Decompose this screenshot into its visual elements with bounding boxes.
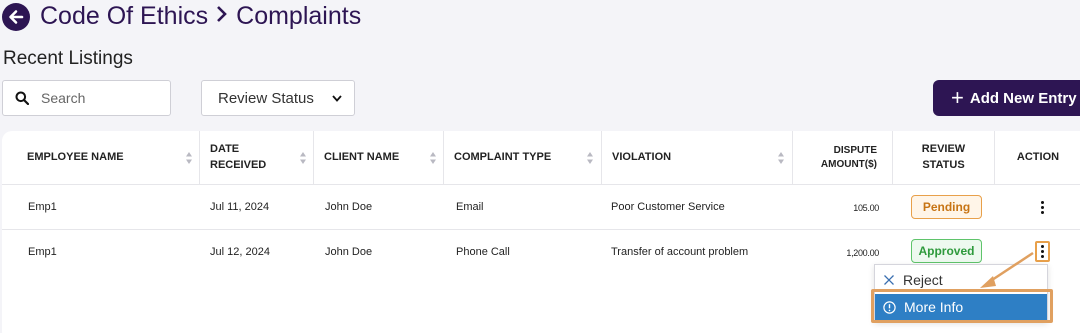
column-header-violation[interactable]: VIOLATION — [612, 131, 671, 185]
sort-icon[interactable] — [299, 150, 307, 166]
column-divider — [792, 131, 793, 185]
row-divider — [2, 184, 1080, 185]
column-header-review-status[interactable]: REVIEW STATUS — [893, 131, 994, 185]
cell-employee: Emp1 — [28, 246, 57, 258]
cell-violation: Transfer of account problem — [611, 246, 749, 258]
cell-employee: Emp1 — [28, 201, 57, 213]
cell-date: Jul 11, 2024 — [210, 201, 270, 213]
column-divider — [313, 131, 314, 185]
column-header-action: ACTION — [1016, 151, 1060, 164]
review-status-select[interactable]: Review Status — [201, 80, 355, 116]
callout-highlight — [871, 289, 1053, 323]
arrow-left-icon — [9, 9, 24, 24]
cell-type: Email — [456, 201, 484, 213]
close-icon — [883, 274, 895, 286]
cell-amount: 1,200.00 — [846, 248, 879, 258]
sort-icon[interactable] — [777, 150, 785, 166]
column-header-client-name[interactable]: CLIENT NAME — [324, 131, 399, 185]
search-input[interactable] — [41, 90, 151, 106]
cell-date: Jul 12, 2024 — [210, 246, 270, 258]
breadcrumb-parent[interactable]: Code Of Ethics — [40, 2, 208, 31]
column-header-complaint-type[interactable]: COMPLAINT TYPE — [454, 131, 551, 185]
sort-icon[interactable] — [586, 150, 594, 166]
page-title: Complaints — [236, 2, 362, 30]
column-divider — [199, 131, 200, 185]
row-divider — [2, 229, 1080, 230]
status-badge: Pending — [911, 195, 982, 219]
column-header-employee-name[interactable]: EMPLOYEE NAME — [27, 131, 124, 185]
column-header-date-received[interactable]: DATE RECEIVED — [210, 131, 266, 185]
back-button[interactable] — [2, 2, 30, 31]
menu-item-label: Reject — [903, 272, 943, 288]
status-badge: Approved — [911, 239, 982, 263]
breadcrumb: Code Of Ethics Complaints — [2, 2, 361, 31]
cell-violation: Poor Customer Service — [611, 201, 725, 213]
add-new-entry-label: Add New Entry — [969, 89, 1077, 107]
search-box[interactable] — [2, 80, 171, 116]
plus-icon: + — [951, 85, 964, 110]
more-vertical-icon[interactable] — [1035, 241, 1050, 262]
column-divider — [443, 131, 444, 185]
more-vertical-icon[interactable] — [1036, 198, 1048, 216]
cell-amount: 105.00 — [853, 203, 879, 213]
review-status-select-value: Review Status — [218, 89, 314, 107]
search-icon — [15, 91, 29, 105]
add-new-entry-button[interactable]: + Add New Entry — [933, 80, 1080, 116]
column-divider — [601, 131, 602, 185]
cell-client: John Doe — [325, 201, 373, 213]
sort-icon[interactable] — [429, 150, 437, 166]
cell-type: Phone Call — [456, 246, 510, 258]
sort-icon[interactable] — [185, 150, 193, 166]
chevron-right-icon — [216, 2, 228, 31]
chevron-down-icon — [332, 94, 342, 102]
cell-client: John Doe — [325, 246, 373, 258]
section-title: Recent Listings — [3, 48, 133, 69]
column-header-dispute-amount[interactable]: DISPUTE AMOUNT($) — [802, 131, 877, 185]
